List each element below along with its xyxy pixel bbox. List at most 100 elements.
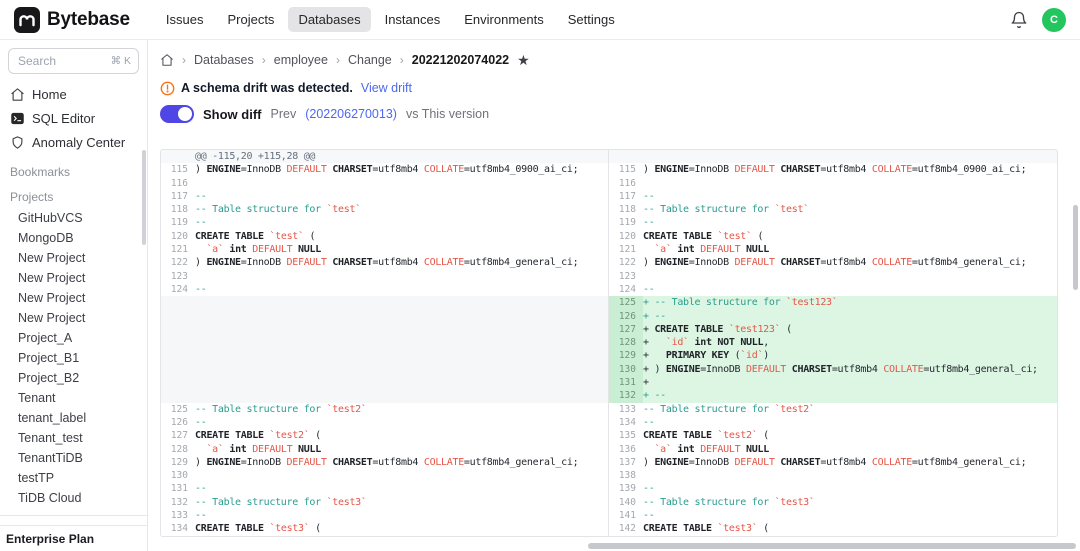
diff-line: 140 -- Table structure for `test3` [609,496,1057,509]
line-number [609,150,643,163]
diff-line: 133 -- Table structure for `test2` [609,403,1057,416]
diff-line [161,322,608,337]
breadcrumb-change[interactable]: Change [348,53,392,67]
sidebar-item-home[interactable]: Home [8,82,139,106]
line-number: 118 [170,204,188,216]
show-diff-toggle[interactable] [160,105,194,123]
code-text: + `id` int NOT NULL, [643,337,769,349]
line-number: 119 [618,217,636,229]
code-text: -- [643,190,655,202]
diff-left-column: @@ -115,20 +115,28 @@ 115) ENGINE=InnoDB … [161,150,609,536]
diff-line: 137) ENGINE=InnoDB DEFAULT CHARSET=utf8m… [609,456,1057,469]
line-number [161,323,195,336]
diff-line: 115) ENGINE=InnoDB DEFAULT CHARSET=utf8m… [161,163,608,176]
code-text: -- Table structure for `test2` [195,403,367,415]
line-number: 138 [618,470,636,482]
search-box[interactable]: ⌘ K [8,48,139,74]
line-number: 119 [170,217,188,229]
horizontal-scrollbar[interactable] [588,543,1076,549]
breadcrumb-employee[interactable]: employee [274,53,328,67]
search-input[interactable] [16,53,107,69]
sidebar-item-anomaly-center[interactable]: Anomaly Center [8,130,139,154]
search-shortcut: ⌘ K [110,55,131,67]
code-text: + [643,377,649,389]
nav-item-databases[interactable]: Databases [288,7,371,32]
breadcrumb-separator: › [335,53,340,67]
line-number: 120 [618,230,636,242]
brand[interactable]: Bytebase [14,6,130,33]
diff-toggle-row: Show diff Prev (202206270013) vs This ve… [160,105,1058,123]
line-number: 117 [618,190,636,202]
sidebar-project-item[interactable]: Project_B2 [8,368,139,388]
terminal-icon [11,112,24,124]
avatar[interactable]: C [1042,7,1066,32]
sidebar-item-label: Anomaly Center [32,134,126,150]
sidebar-project-item[interactable]: Project_B1 [8,348,139,368]
code-text: CREATE TABLE `test2` ( [195,430,321,442]
diff-line: 138 [609,469,1057,482]
breadcrumb-home-icon[interactable] [160,53,174,67]
main-nav: Issues Projects Databases Instances Environm… [156,7,625,32]
bytebase-logo-icon [14,6,40,33]
diff-line: 136 `a` int DEFAULT NULL [609,443,1057,456]
sidebar-project-item[interactable]: TenantTiDB [8,448,139,468]
line-number: 120 [170,230,188,242]
prev-version-link[interactable]: (202206270013) [305,107,397,121]
sidebar-project-item[interactable]: Tenant [8,388,139,408]
diff-line: 141 -- [609,509,1057,522]
sidebar-project-item[interactable]: MongoDB [8,228,139,248]
line-number: 125 [170,403,188,415]
sidebar-project-item[interactable]: testTP [8,468,139,488]
breadcrumb-separator: › [261,53,266,67]
code-text: -- [643,217,655,229]
diff-line: 118 -- Table structure for `test` [609,203,1057,216]
nav-item-projects[interactable]: Projects [217,7,284,32]
favorite-star-icon[interactable]: ★ [517,53,530,67]
code-text: -- [195,283,207,295]
sidebar-item-sql-editor[interactable]: SQL Editor [8,106,139,130]
prev-label: Prev [270,107,297,121]
code-text: -- Table structure for `test3` [195,496,367,508]
code-text: -- [643,416,655,428]
line-number: 134 [170,523,188,535]
breadcrumb-databases[interactable]: Databases [194,53,254,67]
sidebar-project-item[interactable]: New Project [8,288,139,308]
line-number: 136 [618,443,636,455]
sidebar-item-label: SQL Editor [32,110,96,126]
sidebar-project-item[interactable]: GitHubVCS [8,208,139,228]
nav-item-instances[interactable]: Instances [375,7,451,32]
show-diff-label: Show diff [203,106,262,122]
diff-line [161,296,608,310]
diff-line: 119 -- [161,216,608,229]
nav-item-issues[interactable]: Issues [156,7,214,32]
nav-item-environments[interactable]: Environments [454,7,553,32]
view-drift-link[interactable]: View drift [361,81,412,95]
sidebar-project-item[interactable]: Tenant_test [8,428,139,448]
diff-line: 118 -- Table structure for `test` [161,203,608,216]
line-number: 127 [609,322,643,337]
line-number: 116 [170,177,188,189]
sidebar-project-item[interactable]: New Project [8,308,139,328]
vertical-scrollbar[interactable] [1073,205,1078,290]
sidebar-project-item[interactable]: Project_A [8,328,139,348]
sidebar-project-item[interactable]: New Project [8,248,139,268]
notification-bell-icon[interactable] [1010,11,1028,29]
diff-line: 115) ENGINE=InnoDB DEFAULT CHARSET=utf8m… [609,163,1057,176]
warning-icon [160,81,175,96]
code-text: -- [195,483,207,495]
diff-line: 126 -- [161,416,608,429]
line-number: 140 [618,496,636,508]
sidebar-scrollbar[interactable] [142,150,146,245]
diff-line: 127 CREATE TABLE `test2` ( [161,429,608,442]
diff-line: 120 CREATE TABLE `test` ( [161,230,608,243]
sidebar-project-item[interactable]: TiDB Cloud [8,488,139,508]
sidebar-project-item[interactable]: tenant_label [8,408,139,428]
vs-this-version-label: vs This version [405,107,490,121]
sidebar-project-item[interactable]: New Project [8,268,139,288]
nav-item-settings[interactable]: Settings [558,7,625,32]
